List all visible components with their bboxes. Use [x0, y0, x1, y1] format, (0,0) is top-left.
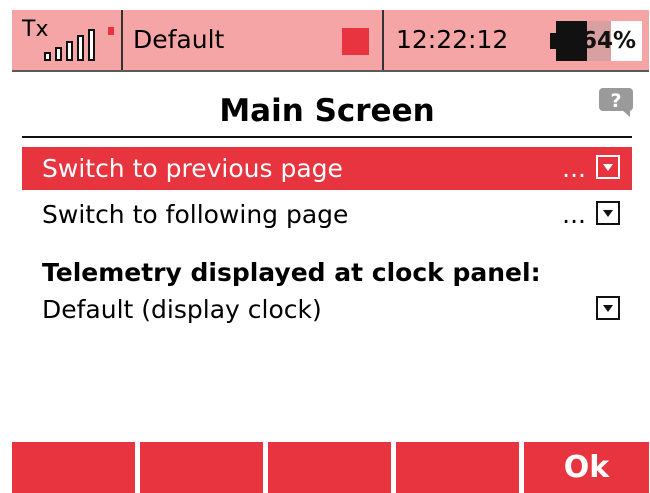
switch-following-page-row[interactable]: Switch to following page ...	[22, 193, 632, 236]
tx-signal-indicator: Tx	[12, 10, 121, 70]
row-label: Switch to previous page	[42, 154, 343, 183]
header-divider	[22, 136, 632, 138]
battery-icon: 64%	[550, 21, 642, 61]
telemetry-section-title: Telemetry displayed at clock panel:	[42, 258, 541, 287]
svg-text:?: ?	[610, 90, 621, 112]
dropdown-arrow-icon[interactable]	[596, 201, 620, 225]
softkey-bar: Ok	[12, 442, 649, 493]
row-value: ...	[562, 154, 586, 183]
telemetry-clock-select[interactable]: Default (display clock)	[22, 288, 632, 331]
help-icon[interactable]: ?	[598, 87, 634, 117]
status-separator	[121, 10, 123, 70]
softkey-2[interactable]	[140, 442, 263, 493]
signal-alert-dot	[108, 27, 114, 35]
status-bar: Tx Default 12:22:12 64%	[12, 10, 649, 72]
battery-body: 64%	[556, 21, 642, 61]
dropdown-arrow-icon[interactable]	[596, 296, 620, 320]
row-label: Default (display clock)	[42, 295, 322, 324]
status-separator	[382, 10, 384, 70]
switch-previous-page-row[interactable]: Switch to previous page ...	[22, 147, 632, 190]
signal-bar	[77, 35, 84, 61]
battery-percent: 64%	[580, 28, 636, 54]
signal-bars-icon	[44, 27, 114, 61]
signal-bar	[55, 47, 62, 61]
signal-bar	[44, 52, 51, 61]
dropdown-arrow-icon[interactable]	[596, 155, 620, 179]
ok-button[interactable]: Ok	[524, 442, 649, 493]
softkey-3[interactable]	[268, 442, 391, 493]
clock-time: 12:22:12	[396, 25, 509, 54]
softkey-1[interactable]	[12, 442, 135, 493]
signal-bar	[66, 41, 73, 61]
signal-bar	[88, 29, 95, 61]
page-title: Main Screen	[219, 93, 435, 129]
model-status-square-icon	[342, 28, 369, 55]
row-value: ...	[562, 200, 586, 229]
row-label: Switch to following page	[42, 200, 349, 229]
model-name: Default	[133, 25, 225, 54]
softkey-4[interactable]	[396, 442, 519, 493]
